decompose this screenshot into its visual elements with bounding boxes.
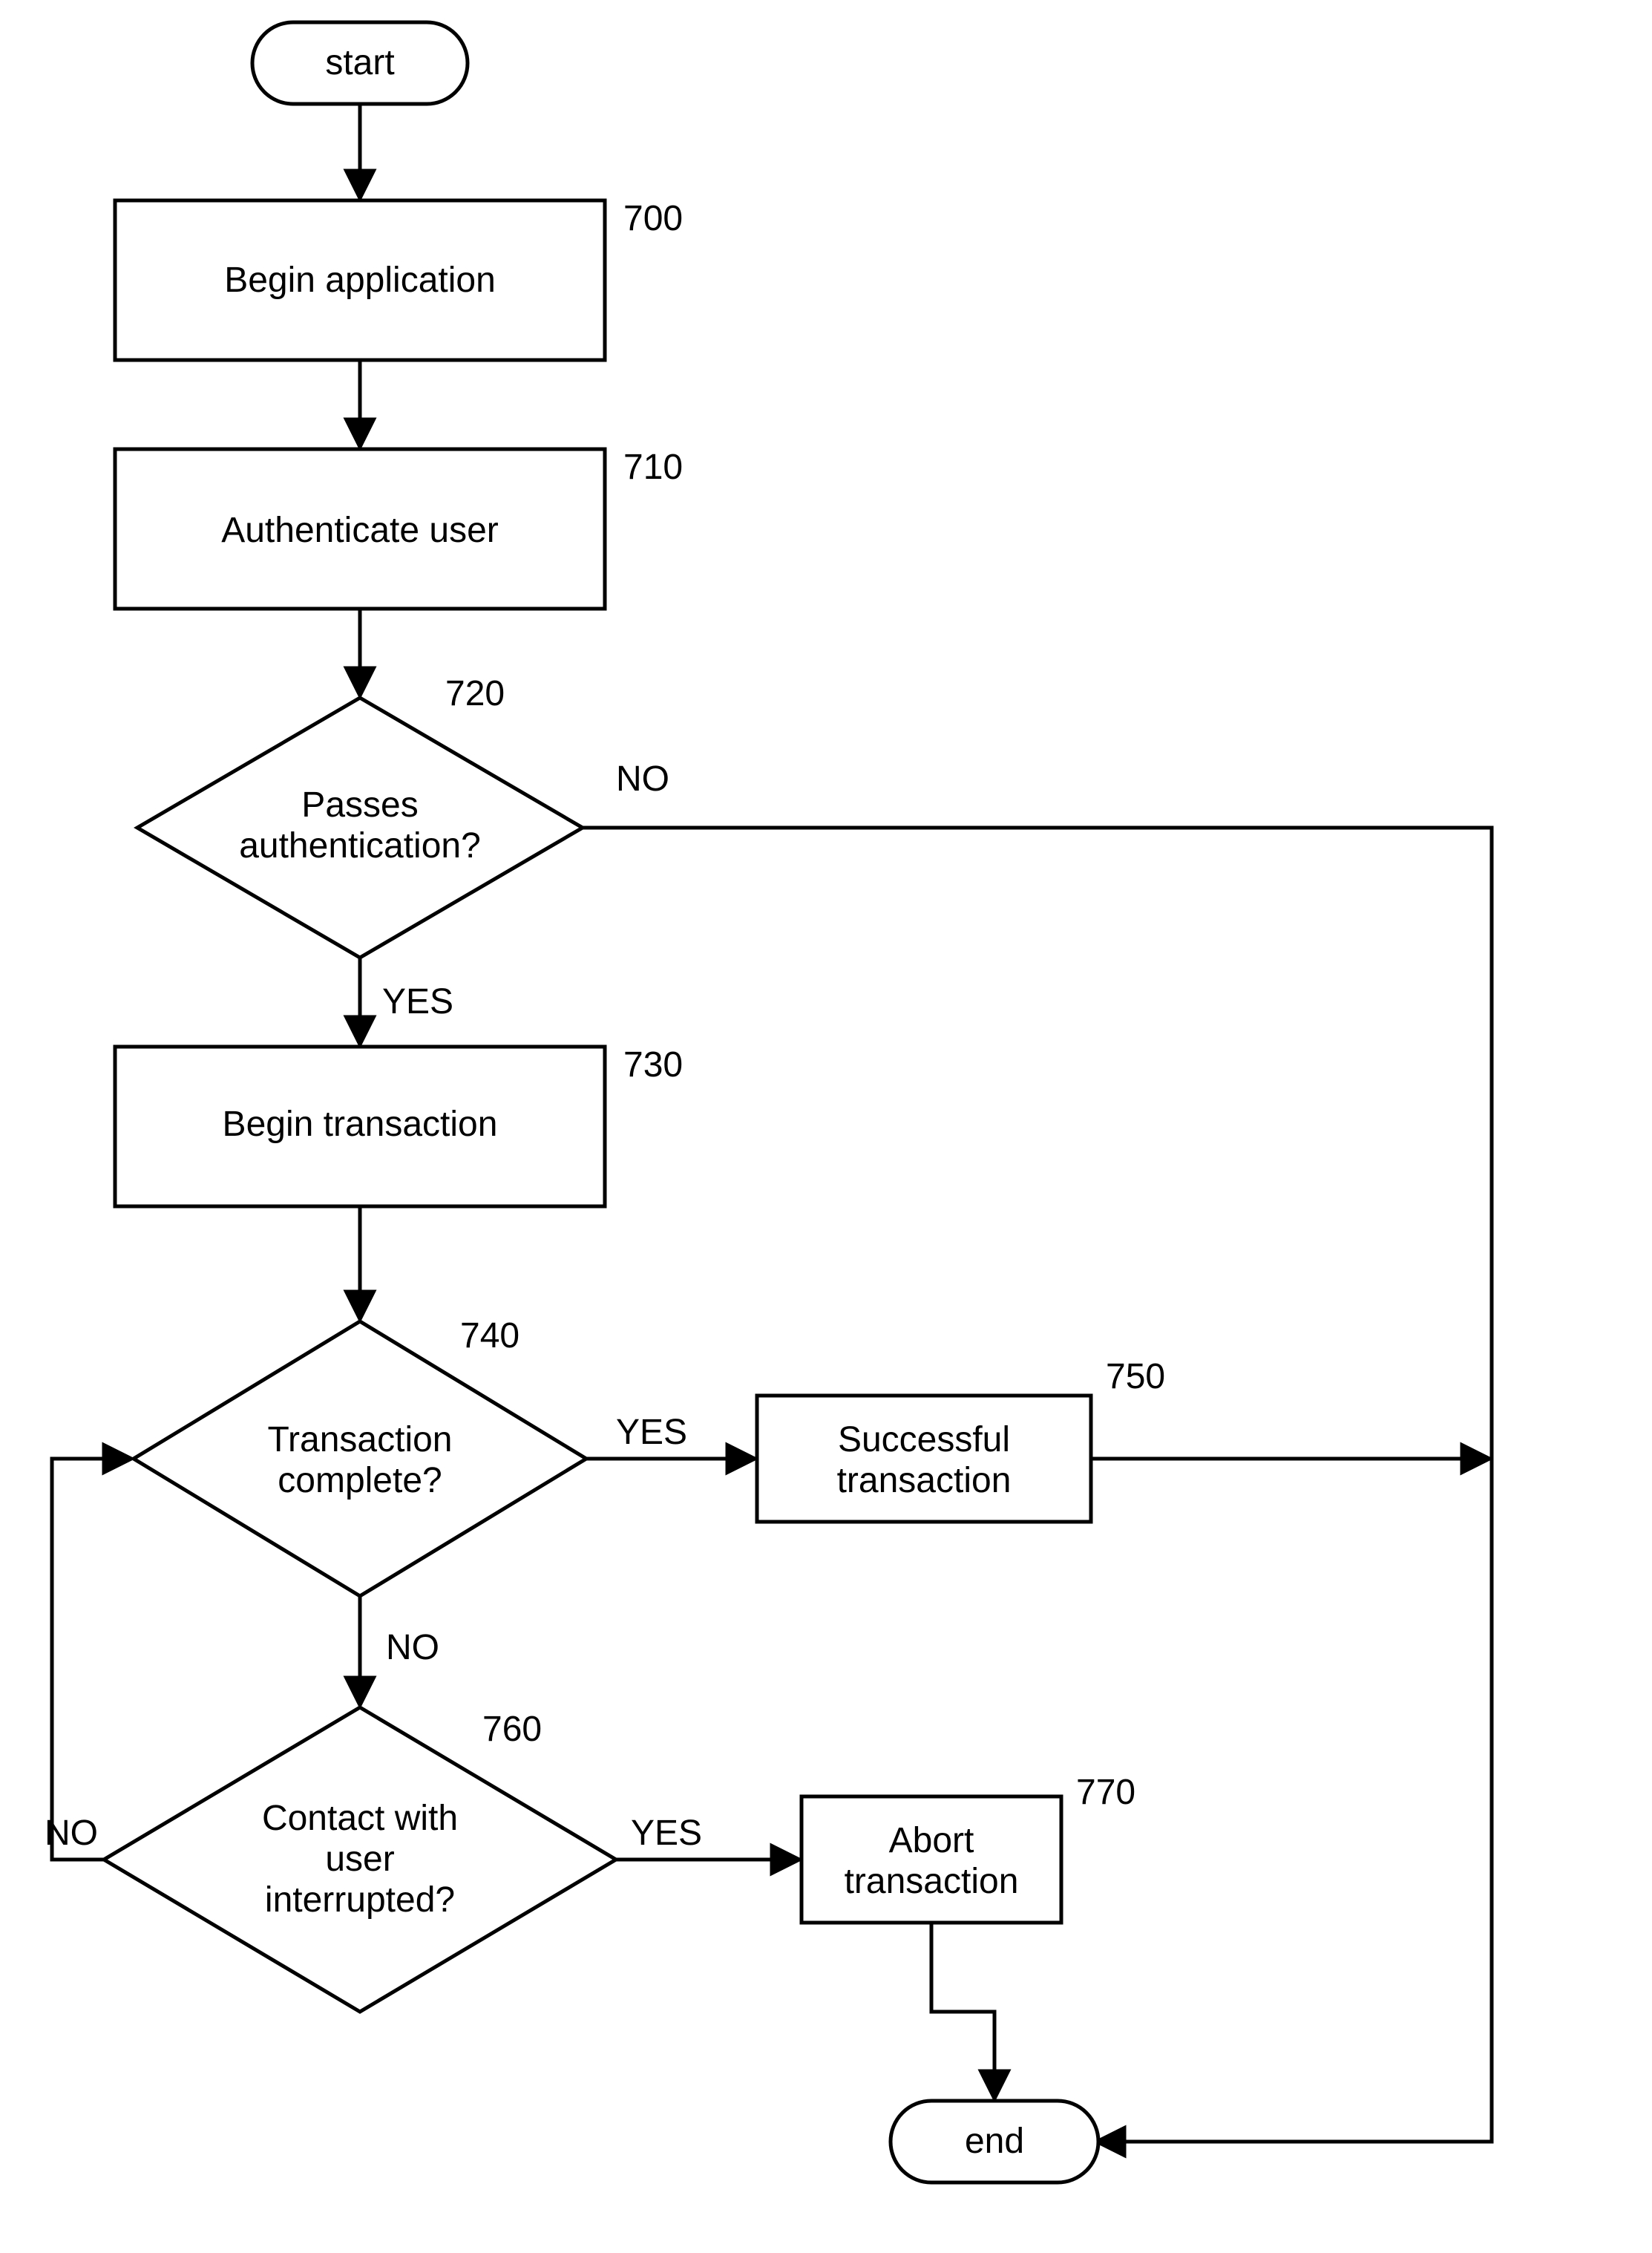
flowchart-canvas: start Begin application 700 Authenticate… [0,0,1652,2253]
edge-720-yes-label: YES [382,982,453,1021]
edge-740-yes-label: YES [616,1413,687,1452]
node-760-ref: 760 [482,1710,542,1749]
node-710-label: Authenticate user [221,511,499,550]
node-770-label-2: transaction [845,1862,1019,1901]
node-760-label-3: interrupted? [265,1880,455,1920]
edge-760-no [52,1459,130,1860]
node-750-label-2: transaction [837,1461,1012,1500]
node-770-label-1: Abort [889,1821,974,1860]
node-720-label-2: authentication? [239,826,481,866]
node-740-label-1: Transaction [268,1420,453,1459]
node-700-ref: 700 [623,199,683,238]
edge-760-yes-label: YES [631,1814,702,1853]
node-750-ref: 750 [1106,1357,1165,1396]
node-750-label-1: Successful [838,1420,1010,1459]
node-710-ref: 710 [623,448,683,487]
node-700-label: Begin application [224,261,496,300]
node-720-ref: 720 [445,674,505,713]
edge-740-no-label: NO [386,1628,439,1667]
node-730-ref: 730 [623,1045,683,1085]
edge-770-end [931,1923,994,2097]
node-760-label-2: user [325,1840,394,1879]
edge-720-no-label: NO [616,759,669,799]
node-720-label-1: Passes [301,785,418,825]
node-740-ref: 740 [460,1316,519,1356]
node-740-label-2: complete? [278,1461,442,1500]
node-760-label-1: Contact with [262,1799,458,1838]
node-770-ref: 770 [1076,1773,1135,1812]
start-label: start [325,43,394,82]
end-label: end [965,2122,1024,2161]
node-730-label: Begin transaction [223,1105,498,1144]
